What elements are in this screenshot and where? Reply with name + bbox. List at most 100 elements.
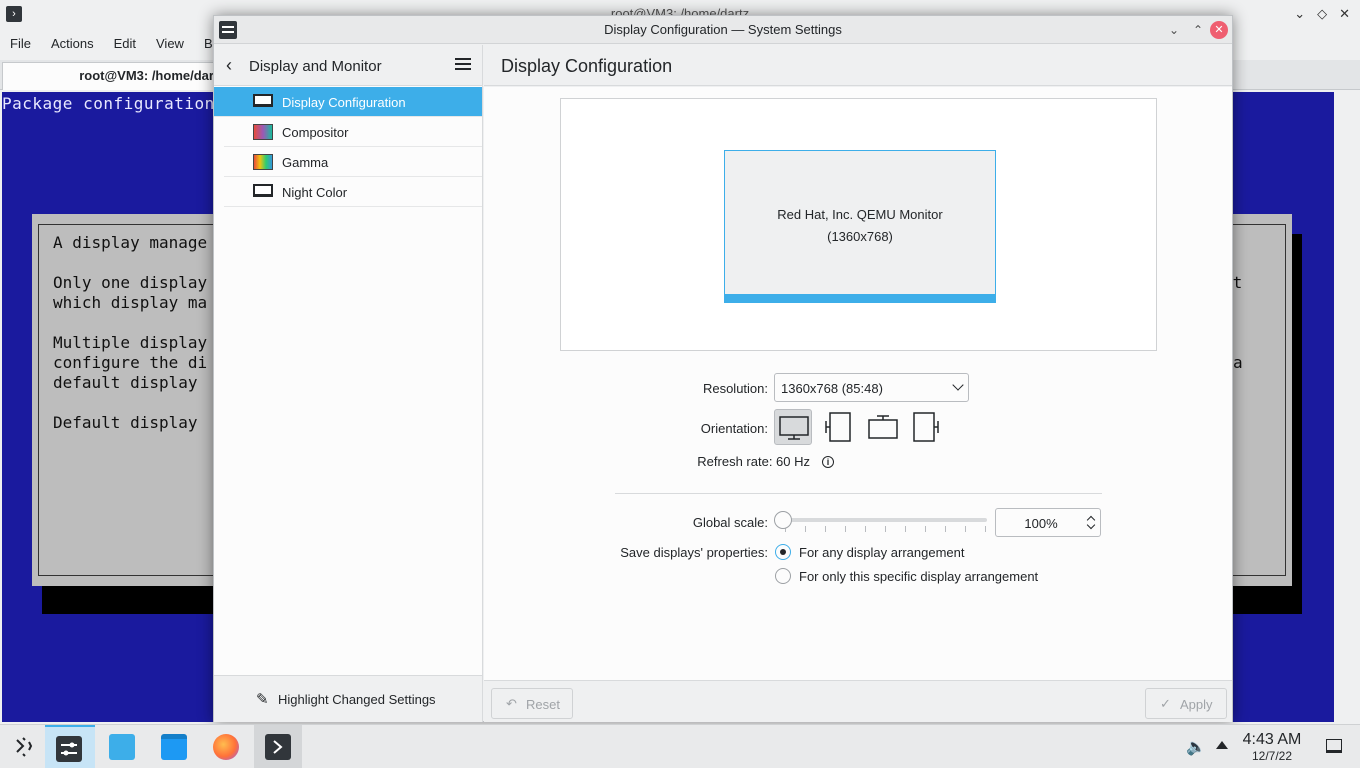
rotate-right-icon: [913, 412, 939, 442]
menu-view[interactable]: View: [146, 30, 194, 58]
reset-button[interactable]: ↶ Reset: [491, 688, 573, 719]
night-color-icon: [253, 184, 273, 197]
sidebar-item-label: Display Configuration: [282, 95, 406, 110]
sidebar-item-label: Compositor: [282, 125, 349, 140]
highlight-changed-settings-button[interactable]: ✎ Highlight Changed Settings: [214, 675, 482, 722]
orientation-portrait-right-button[interactable]: [908, 409, 946, 445]
taskbar-firefox[interactable]: [202, 725, 250, 768]
landscape-icon: [779, 416, 809, 440]
clock-date[interactable]: 12/7/22: [1240, 749, 1304, 763]
terminal-fragment: a: [1233, 353, 1243, 372]
global-scale-spinbox[interactable]: 100%: [995, 508, 1101, 537]
undo-icon: ↶: [506, 696, 517, 711]
orientation-upside-down-button[interactable]: [864, 409, 902, 445]
main-header: Display Configuration: [484, 45, 1232, 86]
chevron-down-icon: [952, 379, 964, 391]
global-scale-slider-handle[interactable]: [774, 511, 792, 529]
taskbar-system-settings[interactable]: [45, 725, 95, 768]
taskbar-file-manager[interactable]: [150, 725, 198, 768]
radio-any-arrangement[interactable]: [775, 544, 791, 560]
clock-time[interactable]: 4:43 AM: [1240, 731, 1304, 749]
terminal-header: Package configuration: [2, 94, 215, 113]
minimize-icon[interactable]: ⌄: [1164, 20, 1184, 40]
back-arrow-icon[interactable]: ‹: [226, 55, 232, 76]
close-icon[interactable]: ✕: [1339, 6, 1350, 22]
folder-icon: [161, 734, 187, 760]
window-titlebar[interactable]: Display Configuration — System Settings …: [214, 16, 1232, 44]
terminal-line: Multiple display: [53, 333, 208, 352]
slider-tick: [925, 526, 926, 532]
sidebar-item-display-configuration[interactable]: Display Configuration: [214, 87, 482, 117]
sidebar: ‹ Display and Monitor Display Configurat…: [214, 45, 483, 722]
sidebar-item-compositor[interactable]: Compositor: [224, 117, 482, 147]
rotate-left-icon: [825, 412, 851, 442]
apply-label: Apply: [1180, 697, 1213, 712]
radio-specific-arrangement-label[interactable]: For only this specific display arrangeme…: [799, 569, 1038, 584]
sidebar-title: Display and Monitor: [249, 58, 382, 75]
highlight-changed-label: Highlight Changed Settings: [278, 692, 436, 707]
sidebar-item-label: Night Color: [282, 185, 348, 200]
slider-ticks: [785, 526, 986, 532]
slider-tick: [905, 526, 906, 532]
sidebar-item-night-color[interactable]: Night Color: [224, 177, 482, 207]
monitor-icon: [253, 94, 273, 107]
pen-icon: ✎: [256, 691, 269, 708]
checkmark-icon: ✓: [1160, 696, 1171, 711]
system-settings-icon: [56, 736, 82, 762]
sidebar-item-label: Gamma: [282, 155, 329, 170]
close-icon[interactable]: ✕: [1210, 21, 1228, 39]
sidebar-list: Display Configuration Compositor Gamma N…: [214, 87, 482, 207]
info-icon[interactable]: i: [822, 456, 834, 468]
slider-tick: [965, 526, 966, 532]
upside-down-icon: [868, 415, 898, 439]
terminal-line: Default display: [53, 413, 198, 432]
slider-tick: [845, 526, 846, 532]
taskbar-konsole[interactable]: [254, 725, 302, 768]
orientation-portrait-left-button[interactable]: [820, 409, 858, 445]
slider-tick: [945, 526, 946, 532]
discover-icon: [109, 734, 135, 760]
konsole-menubar: File Actions Edit View B: [0, 30, 223, 58]
resolution-value: 1360x768 (85:48): [781, 381, 883, 396]
terminal-line: Only one display: [53, 273, 208, 292]
slider-tick: [865, 526, 866, 532]
show-desktop-icon[interactable]: [1326, 739, 1342, 753]
taskbar-discover[interactable]: [98, 725, 146, 768]
radio-any-arrangement-label[interactable]: For any display arrangement: [799, 545, 964, 560]
menu-edit[interactable]: Edit: [104, 30, 146, 58]
global-scale-slider[interactable]: [782, 518, 987, 522]
menu-file[interactable]: File: [0, 30, 41, 58]
chevron-down-icon[interactable]: [1086, 520, 1096, 530]
sidebar-header: ‹ Display and Monitor: [214, 45, 482, 86]
resolution-select[interactable]: 1360x768 (85:48): [774, 373, 969, 402]
firefox-icon: [213, 734, 239, 760]
page-title: Display Configuration: [501, 56, 673, 76]
main-panel: Display Configuration Red Hat, Inc. QEMU…: [484, 45, 1232, 722]
sidebar-item-gamma[interactable]: Gamma: [224, 147, 482, 177]
slider-tick: [805, 526, 806, 532]
orientation-label: Orientation:: [700, 421, 768, 436]
terminal-icon: [265, 734, 291, 760]
gamma-icon: [253, 154, 273, 170]
apply-button[interactable]: ✓ Apply: [1145, 688, 1227, 719]
volume-icon[interactable]: 🔈: [1186, 737, 1206, 757]
global-scale-value: 100%: [1024, 516, 1058, 531]
resolution-label: Resolution:: [702, 381, 768, 396]
monitor-tile[interactable]: Red Hat, Inc. QEMU Monitor (1360x768): [724, 150, 996, 303]
separator: [615, 493, 1102, 494]
system-tray-expand-icon[interactable]: [1216, 741, 1228, 749]
window-title: Display Configuration — System Settings: [604, 22, 842, 37]
launcher-icon: [16, 737, 33, 757]
maximize-icon[interactable]: ◇: [1317, 6, 1327, 22]
menu-actions[interactable]: Actions: [41, 30, 104, 58]
monitor-primary-bar: [725, 294, 995, 302]
global-scale-label: Global scale:: [692, 515, 768, 530]
application-launcher[interactable]: [0, 725, 48, 768]
terminal-line: which display ma: [53, 293, 208, 312]
hamburger-menu-icon[interactable]: [455, 58, 471, 70]
radio-specific-arrangement[interactable]: [775, 568, 791, 584]
minimize-icon[interactable]: ⌄: [1294, 6, 1305, 22]
maximize-icon[interactable]: ⌃: [1188, 20, 1208, 40]
orientation-landscape-button[interactable]: [774, 409, 812, 445]
terminal-line: configure the di: [53, 353, 208, 372]
